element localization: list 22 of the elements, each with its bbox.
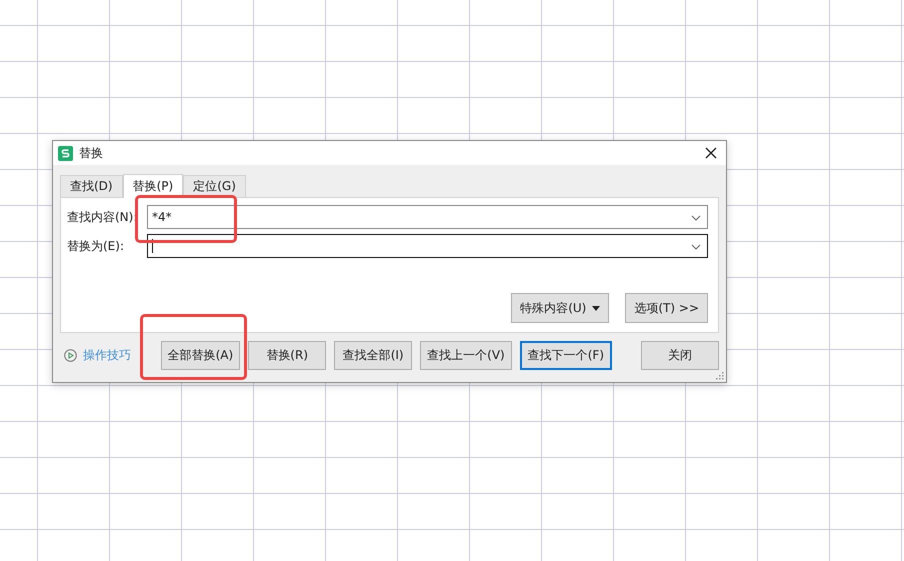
text-cursor bbox=[152, 239, 153, 253]
combo-field[interactable]: *4* bbox=[147, 205, 708, 229]
resize-grip-icon[interactable] bbox=[716, 372, 724, 380]
play-circle-icon bbox=[64, 348, 77, 362]
action-button[interactable]: 查找全部(I) bbox=[334, 340, 412, 370]
close-icon[interactable] bbox=[705, 147, 717, 159]
field-label: 查找内容(N): bbox=[67, 208, 138, 226]
action-button[interactable]: 查找上一个(V) bbox=[420, 340, 512, 370]
close-button[interactable]: 关闭 bbox=[641, 340, 719, 370]
option-button[interactable]: 特殊内容(U) bbox=[511, 293, 610, 323]
tab[interactable]: 定位(G) bbox=[183, 175, 246, 197]
window-title: 替换 bbox=[79, 144, 104, 162]
tab[interactable]: 查找(D) bbox=[60, 175, 123, 197]
chevron-down-icon[interactable] bbox=[691, 244, 701, 250]
app-logo-icon bbox=[58, 146, 73, 160]
action-button[interactable]: 查找下一个(F) bbox=[520, 340, 612, 370]
field-label: 替换为(E): bbox=[67, 238, 125, 254]
chevron-down-icon[interactable] bbox=[691, 215, 701, 221]
option-button[interactable]: 选项(T) >> bbox=[625, 293, 708, 323]
dropdown-triangle-icon bbox=[592, 306, 600, 310]
action-button[interactable]: 全部替换(A) bbox=[160, 340, 240, 370]
action-button[interactable]: 替换(R) bbox=[248, 340, 326, 370]
